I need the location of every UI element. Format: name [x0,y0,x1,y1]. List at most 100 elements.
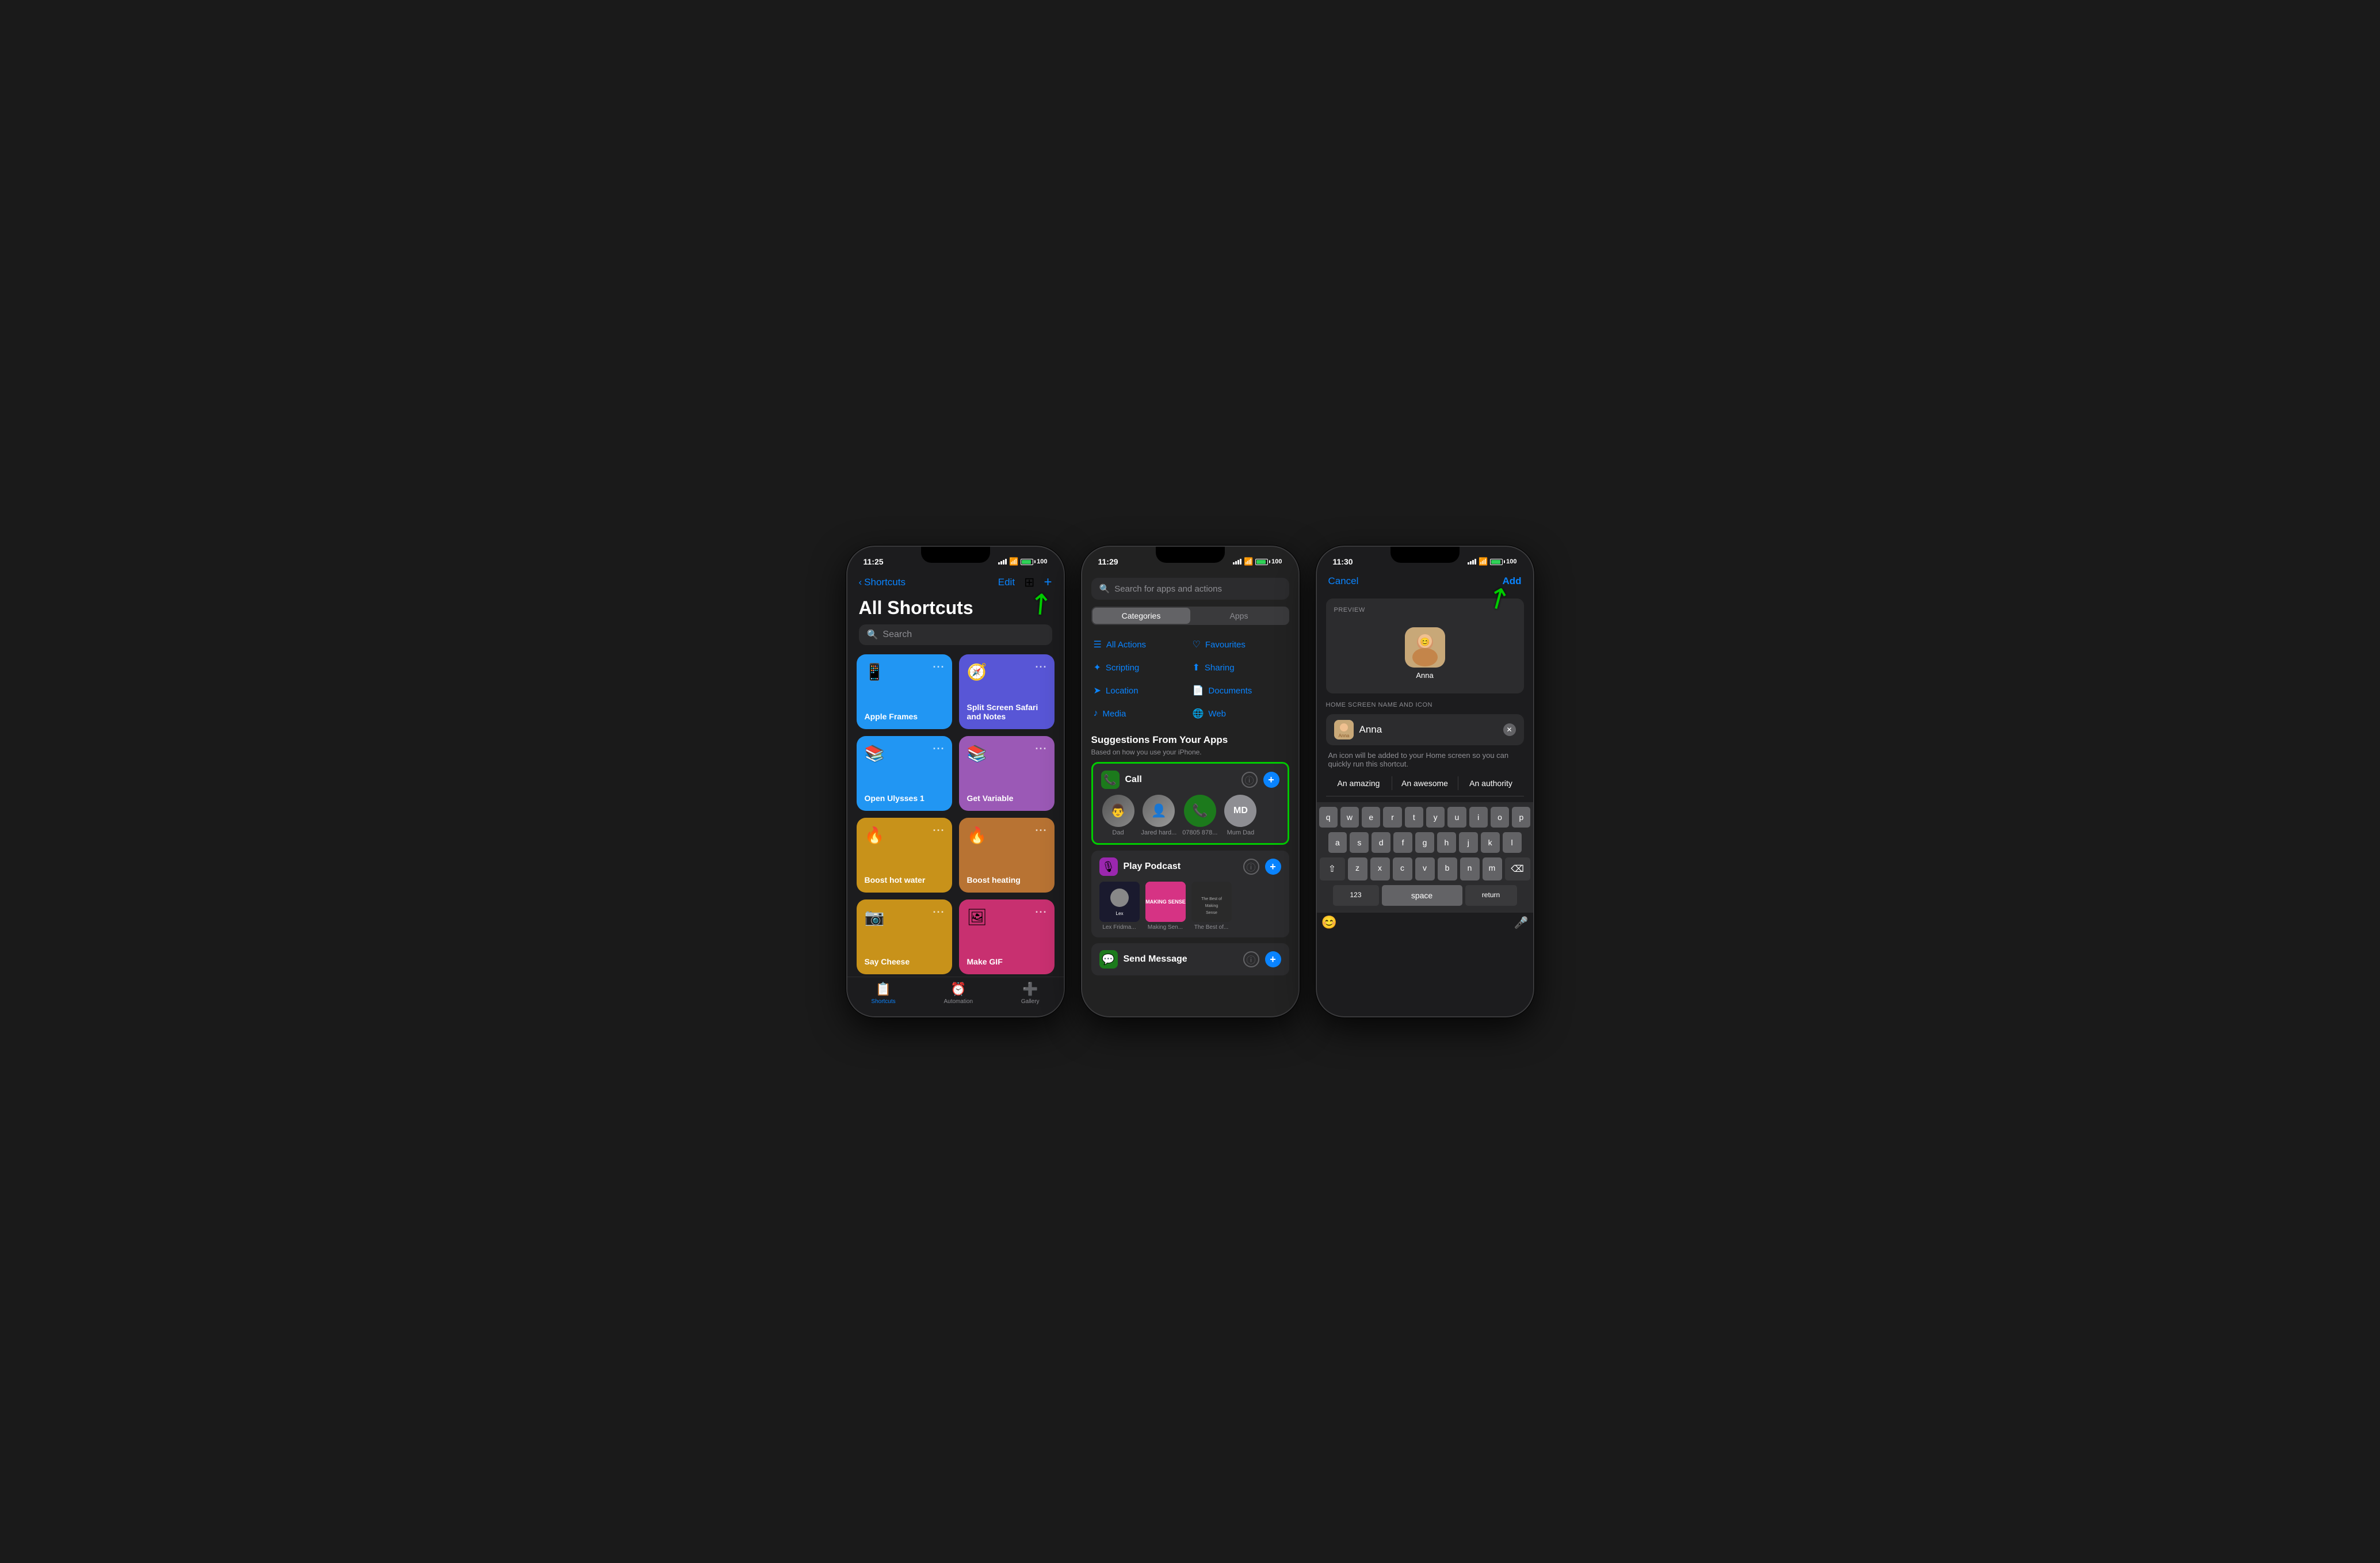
key-y[interactable]: y [1426,807,1445,828]
key-delete[interactable]: ⌫ [1505,857,1530,880]
category-media[interactable]: ♪ Media [1091,702,1190,725]
dots-icon-3[interactable]: ··· [933,743,945,755]
contact-mumdad[interactable]: MD Mum Dad [1223,795,1258,836]
search-placeholder-2: Search for apps and actions [1114,584,1222,594]
dots-icon-7[interactable]: ··· [933,906,945,918]
search-bar-1[interactable]: 🔍 Search [859,624,1052,645]
add-button-nav[interactable]: Add [1502,575,1521,587]
shortcut-card-say-cheese[interactable]: ··· 📷 Say Cheese [857,899,952,974]
key-c[interactable]: c [1393,857,1412,880]
autocomplete-1[interactable]: An amazing [1326,776,1392,790]
autocomplete-3[interactable]: An authority [1458,776,1524,790]
category-scripting[interactable]: ✦ Scripting [1091,656,1190,679]
add-button-call[interactable]: + [1263,772,1279,788]
autocomplete-2[interactable]: An awesome [1392,776,1458,790]
shortcut-icon-8: 🖼 [967,908,1046,927]
dots-icon-8[interactable]: ··· [1036,906,1048,918]
key-l[interactable]: l [1503,832,1522,853]
key-v[interactable]: v [1415,857,1435,880]
key-shift[interactable]: ⇧ [1320,857,1345,880]
podcast-lex[interactable]: Lex Lex Fridma... [1099,882,1140,931]
keyboard-row-2: a s d f g h j k l [1319,832,1531,853]
edit-button[interactable]: Edit [998,577,1015,588]
dots-icon-2[interactable]: ··· [1036,661,1048,673]
podcast-best-of[interactable]: The Best of Making Sense The Best of... [1191,882,1232,931]
shortcut-card-apple-frames[interactable]: ··· 📱 Apple Frames [857,654,952,729]
tab-automation[interactable]: ⏰ Automation [943,982,973,1005]
key-p[interactable]: p [1512,807,1530,828]
tab-gallery[interactable]: ➕ Gallery [1021,982,1040,1005]
key-e[interactable]: e [1362,807,1380,828]
shortcut-card-get-variable[interactable]: ··· 📚 Get Variable [959,736,1055,811]
name-input-value[interactable]: Anna [1359,724,1497,735]
name-field[interactable]: Anna Anna ✕ [1326,714,1524,745]
key-x[interactable]: x [1370,857,1390,880]
preview-label: PREVIEW [1334,607,1516,613]
add-button-send-message[interactable]: + [1265,951,1281,967]
shortcut-card-boost-hot-water[interactable]: ··· 🔥 Boost hot water [857,818,952,893]
dots-icon[interactable]: ··· [933,661,945,673]
contact-dad[interactable]: 👨 Dad [1101,795,1136,836]
info-button-call[interactable]: ⓘ [1241,772,1258,788]
key-w[interactable]: w [1340,807,1359,828]
category-sharing[interactable]: ⬆ Sharing [1190,656,1289,679]
contact-phone[interactable]: 📞 07805 878... [1182,795,1217,836]
contacts-row: 👨 Dad 👤 Jared hard... 📞 07805 878... [1101,795,1279,836]
shortcut-card-make-gif[interactable]: ··· 🖼 Make GIF [959,899,1055,974]
search-field-2[interactable]: 🔍 Search for apps and actions [1091,578,1289,600]
key-i[interactable]: i [1469,807,1488,828]
segment-apps[interactable]: Apps [1190,608,1288,624]
dots-icon-5[interactable]: ··· [933,825,945,837]
key-space[interactable]: space [1382,885,1462,906]
info-button-send-message[interactable]: ⓘ [1243,951,1259,967]
phone-number-name: 07805 878... [1182,829,1217,836]
add-button-podcast[interactable]: + [1265,859,1281,875]
shortcut-card-boost-heating[interactable]: ··· 🔥 Boost heating [959,818,1055,893]
key-k[interactable]: k [1481,832,1500,853]
shortcuts-tab-icon: 📋 [876,982,891,997]
key-g[interactable]: g [1415,832,1434,853]
clear-button[interactable]: ✕ [1503,723,1516,736]
shortcut-label-2: Split Screen Safari and Notes [967,703,1046,721]
category-web[interactable]: 🌐 Web [1190,702,1289,725]
phone-icon: 📞 [1103,774,1116,786]
key-u[interactable]: u [1447,807,1466,828]
key-j[interactable]: j [1459,832,1478,853]
segment-categories[interactable]: Categories [1092,608,1190,624]
cancel-button[interactable]: Cancel [1328,575,1359,587]
key-b[interactable]: b [1438,857,1457,880]
shortcut-card-split-screen[interactable]: ··· 🧭 Split Screen Safari and Notes [959,654,1055,729]
back-button-1[interactable]: ‹ Shortcuts [859,577,906,588]
category-favourites[interactable]: ♡ Favourites [1190,633,1289,656]
key-f[interactable]: f [1393,832,1412,853]
mic-icon[interactable]: 🎤 [1514,916,1529,930]
key-n[interactable]: n [1460,857,1480,880]
category-documents[interactable]: 📄 Documents [1190,679,1289,702]
key-return[interactable]: return [1465,885,1517,906]
category-location[interactable]: ➤ Location [1091,679,1190,702]
key-a[interactable]: a [1328,832,1347,853]
grid-icon[interactable]: ⊞ [1024,575,1034,590]
category-all-actions[interactable]: ☰ All Actions [1091,633,1190,656]
dots-icon-4[interactable]: ··· [1036,743,1048,755]
podcast-icon: 🎙 [1102,861,1115,873]
tab-shortcuts[interactable]: 📋 Shortcuts [871,982,895,1005]
shortcut-card-ulysses[interactable]: ··· 📚 Open Ulysses 1 [857,736,952,811]
phone-2-frame: 11:29 📶 100 🔍 Search for apps and action… [1081,546,1300,1017]
podcast-making-sense[interactable]: MAKING SENSE Making Sen... [1145,882,1186,931]
dots-icon-6[interactable]: ··· [1036,825,1048,837]
add-shortcut-button[interactable]: + [1044,574,1052,590]
key-m[interactable]: m [1483,857,1502,880]
key-r[interactable]: r [1383,807,1401,828]
key-s[interactable]: s [1350,832,1369,853]
key-z[interactable]: z [1348,857,1367,880]
emoji-icon[interactable]: 😊 [1321,915,1337,930]
key-o[interactable]: o [1491,807,1509,828]
key-d[interactable]: d [1372,832,1390,853]
key-t[interactable]: t [1405,807,1423,828]
contact-jared[interactable]: 👤 Jared hard... [1141,795,1177,836]
key-123[interactable]: 123 [1333,885,1379,906]
info-button-podcast[interactable]: ⓘ [1243,859,1259,875]
key-h[interactable]: h [1437,832,1456,853]
key-q[interactable]: q [1319,807,1338,828]
